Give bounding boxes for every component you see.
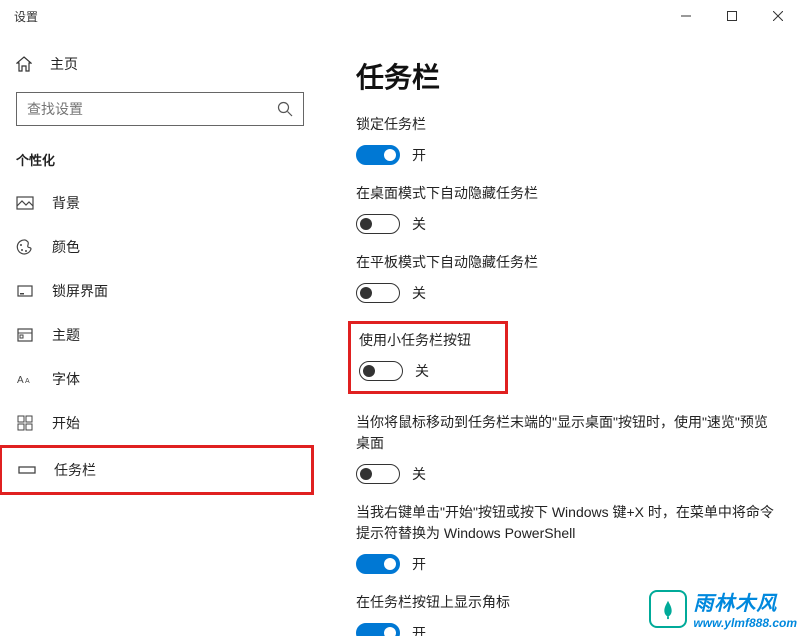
close-button[interactable]: [755, 0, 801, 32]
sidebar: 主页 个性化 背景 颜色 锁: [0, 32, 320, 636]
toggle-state: 开: [412, 145, 426, 165]
page-title: 任务栏: [356, 56, 777, 96]
sidebar-item-colors[interactable]: 颜色: [0, 225, 320, 269]
sidebar-item-themes[interactable]: 主题: [0, 313, 320, 357]
search-input[interactable]: [27, 101, 277, 117]
home-icon: [16, 56, 32, 72]
watermark-url: www.ylmf888.com: [693, 616, 797, 630]
minimize-button[interactable]: [663, 0, 709, 32]
window-controls: [663, 0, 801, 32]
setting-powershell: 当我右键单击"开始"按钮或按下 Windows 键+X 时，在菜单中将命令提示符…: [356, 502, 777, 574]
toggle-lock-taskbar[interactable]: [356, 145, 400, 165]
sidebar-item-taskbar[interactable]: 任务栏: [0, 445, 314, 495]
section-title: 个性化: [0, 142, 320, 181]
sidebar-item-label: 主题: [52, 325, 80, 345]
toggle-autohide-tablet[interactable]: [356, 283, 400, 303]
sidebar-item-label: 颜色: [52, 237, 80, 257]
setting-label: 在桌面模式下自动隐藏任务栏: [356, 183, 777, 204]
sidebar-item-label: 锁屏界面: [52, 281, 108, 301]
sidebar-item-label: 背景: [52, 193, 80, 213]
toggle-peek-desktop[interactable]: [356, 464, 400, 484]
setting-autohide-desktop: 在桌面模式下自动隐藏任务栏 关: [356, 183, 777, 234]
setting-small-buttons: 使用小任务栏按钮 关: [348, 321, 508, 394]
svg-text:A: A: [17, 375, 24, 386]
sidebar-item-label: 任务栏: [54, 460, 96, 480]
toggle-state: 关: [412, 214, 426, 234]
setting-label: 当你将鼠标移动到任务栏末端的"显示桌面"按钮时，使用"速览"预览桌面: [356, 412, 777, 454]
taskbar-icon: [18, 461, 36, 479]
watermark-title: 雨林木风: [693, 587, 797, 616]
sidebar-item-label: 开始: [52, 413, 80, 433]
sidebar-item-start[interactable]: 开始: [0, 401, 320, 445]
toggle-state: 开: [412, 554, 426, 574]
home-link[interactable]: 主页: [0, 44, 320, 84]
search-box[interactable]: [16, 92, 304, 126]
watermark: 雨林木风 www.ylmf888.com: [649, 587, 797, 630]
setting-label: 锁定任务栏: [356, 114, 777, 135]
home-label: 主页: [50, 54, 78, 74]
toggle-state: 关: [412, 464, 426, 484]
setting-label: 使用小任务栏按钮: [359, 330, 497, 351]
setting-lock-taskbar: 锁定任务栏 开: [356, 114, 777, 165]
maximize-button[interactable]: [709, 0, 755, 32]
toggle-powershell[interactable]: [356, 554, 400, 574]
toggle-small-buttons[interactable]: [359, 361, 403, 381]
font-icon: AA: [16, 370, 34, 388]
start-icon: [16, 414, 34, 432]
setting-peek-desktop: 当你将鼠标移动到任务栏末端的"显示桌面"按钮时，使用"速览"预览桌面 关: [356, 412, 777, 484]
theme-icon: [16, 326, 34, 344]
sidebar-item-lockscreen[interactable]: 锁屏界面: [0, 269, 320, 313]
setting-label: 在平板模式下自动隐藏任务栏: [356, 252, 777, 273]
title-bar: 设置: [0, 0, 801, 32]
sidebar-item-fonts[interactable]: AA 字体: [0, 357, 320, 401]
toggle-badges[interactable]: [356, 623, 400, 636]
setting-autohide-tablet: 在平板模式下自动隐藏任务栏 关: [356, 252, 777, 303]
toggle-state: 关: [412, 283, 426, 303]
toggle-state: 开: [412, 623, 426, 636]
sidebar-item-background[interactable]: 背景: [0, 181, 320, 225]
toggle-autohide-desktop[interactable]: [356, 214, 400, 234]
image-icon: [16, 194, 34, 212]
search-icon: [277, 101, 293, 117]
window-title: 设置: [14, 8, 38, 25]
sidebar-item-label: 字体: [52, 369, 80, 389]
setting-label: 当我右键单击"开始"按钮或按下 Windows 键+X 时，在菜单中将命令提示符…: [356, 502, 777, 544]
lockscreen-icon: [16, 282, 34, 300]
svg-text:A: A: [25, 378, 30, 385]
main-content: 任务栏 锁定任务栏 开 在桌面模式下自动隐藏任务栏 关 在平板模式下自动隐藏任务…: [320, 32, 801, 636]
toggle-state: 关: [415, 361, 429, 381]
palette-icon: [16, 238, 34, 256]
watermark-icon: [649, 590, 687, 628]
